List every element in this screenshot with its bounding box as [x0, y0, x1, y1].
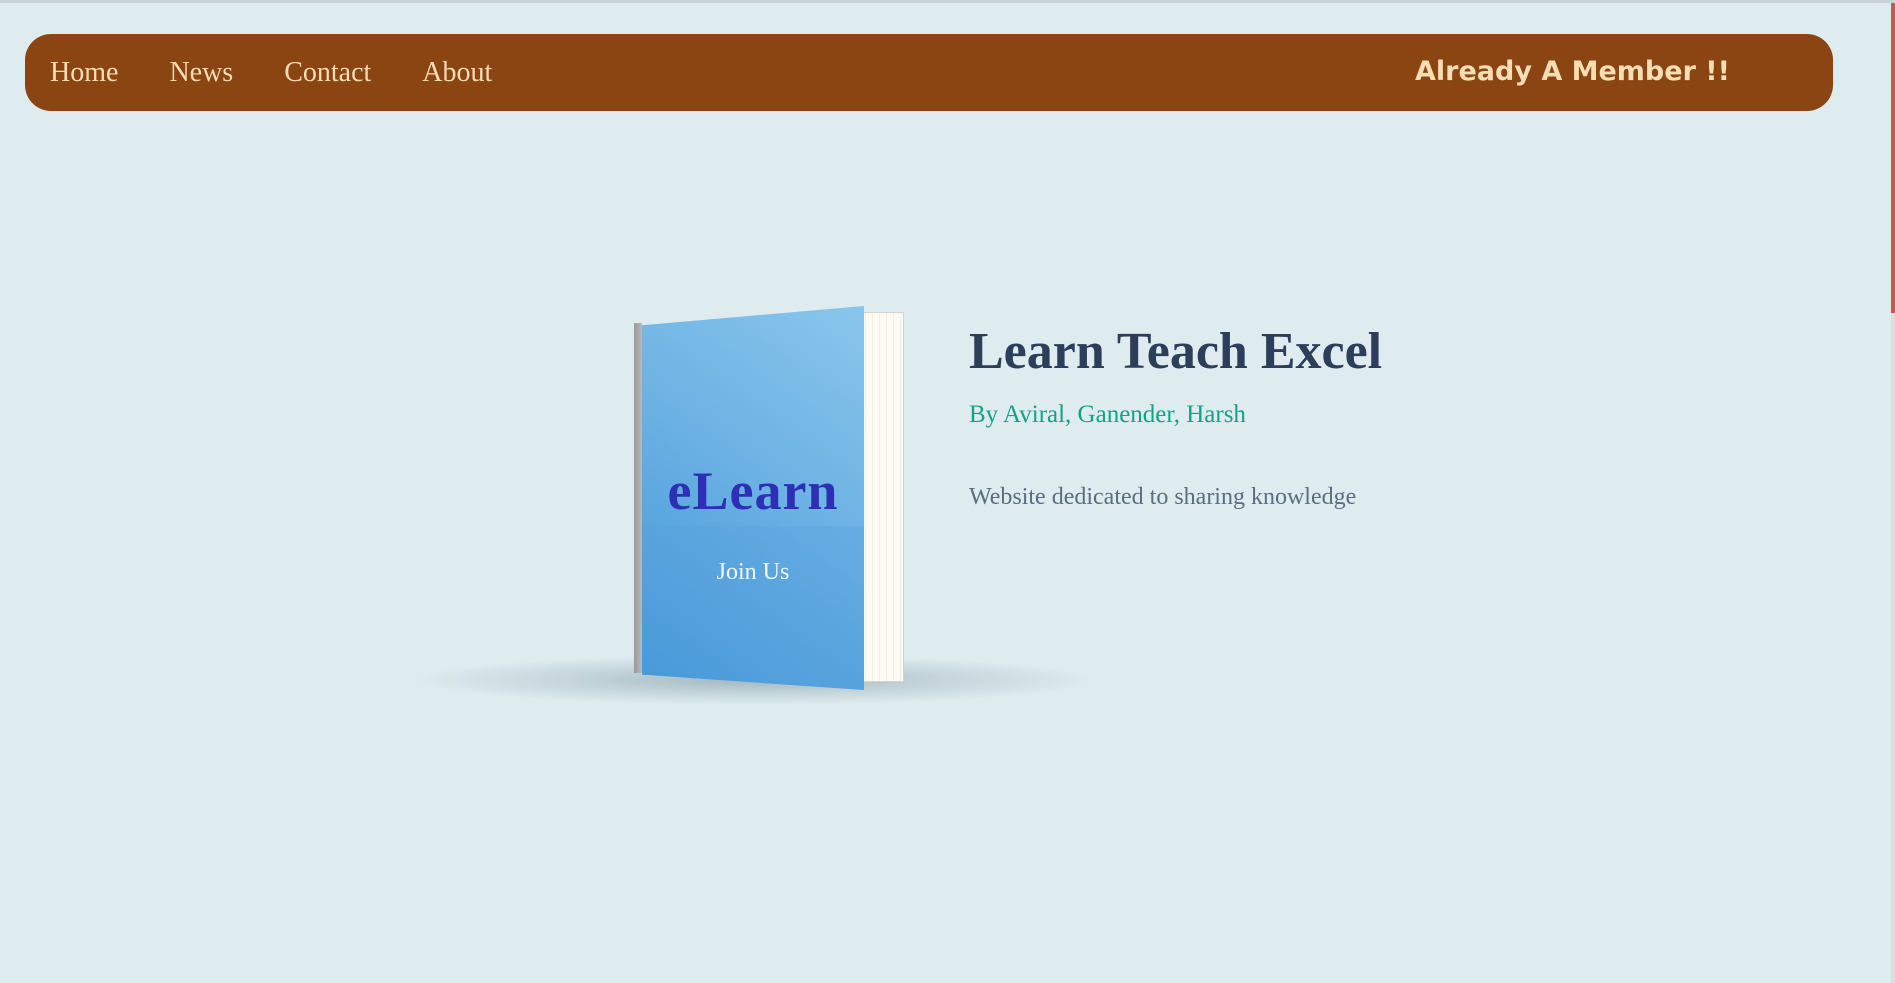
- top-navbar: Home News Contact About Already A Member…: [25, 34, 1833, 111]
- hero-description: Website dedicated to sharing knowledge: [969, 484, 1357, 510]
- window-top-border: [0, 0, 1895, 3]
- nav-link-about[interactable]: About: [422, 58, 492, 87]
- book-cover-join-button[interactable]: eLearn Join Us: [642, 306, 864, 690]
- cover-title: eLearn: [667, 461, 839, 521]
- book-pages: [858, 312, 904, 682]
- book-spine: [634, 322, 642, 674]
- nav-link-contact[interactable]: Contact: [284, 58, 371, 87]
- scrollbar-thumb[interactable]: [1891, 3, 1895, 313]
- nav-link-home[interactable]: Home: [50, 58, 118, 87]
- join-us-link[interactable]: Join Us: [642, 560, 864, 584]
- member-login-link[interactable]: Already A Member !!: [1415, 56, 1730, 88]
- hero-title: Learn Teach Excel: [969, 323, 1383, 380]
- cover-band: [642, 526, 864, 690]
- nav-link-news[interactable]: News: [169, 58, 233, 87]
- hero-authors: By Aviral, Ganender, Harsh: [969, 401, 1246, 428]
